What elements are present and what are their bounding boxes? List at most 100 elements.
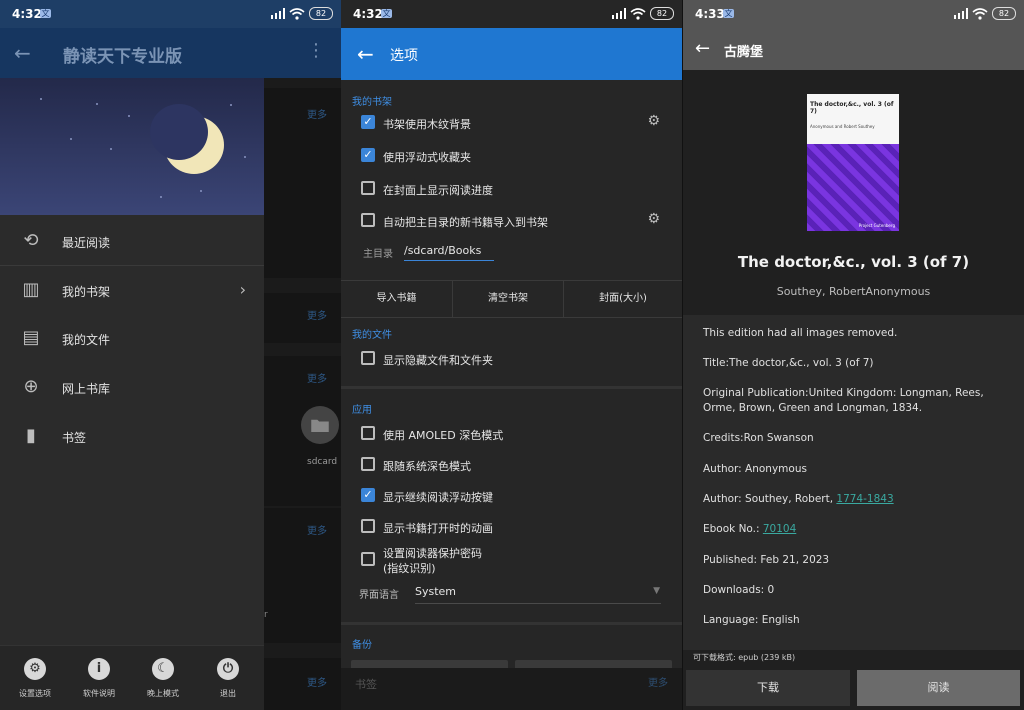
author-dates-link[interactable]: 1774-1843: [836, 493, 893, 505]
clear-shelf-button[interactable]: 清空书架: [453, 281, 564, 317]
option-label: 显示隐藏文件和文件夹: [383, 354, 493, 367]
option-label: 使用 AMOLED 深色模式: [383, 429, 504, 442]
moon-icon: ☾: [152, 658, 174, 680]
exit-button[interactable]: ⏻ 退出: [198, 658, 258, 699]
language-select[interactable]: System: [415, 585, 661, 604]
drawer-item-label: 我的书架: [62, 285, 111, 299]
help-button[interactable]: i 软件说明: [69, 658, 129, 699]
checkbox-auto-import[interactable]: [361, 213, 375, 227]
cover-title: The doctor,&c., vol. 3 (of 7): [810, 101, 894, 115]
status-time: 4:32: [12, 7, 42, 21]
checkbox-continue-reading-button[interactable]: ✓: [361, 488, 375, 502]
status-bar-content: 4:32 文 82: [341, 0, 682, 28]
help-label: 软件说明: [83, 689, 115, 698]
checkbox-hidden-files[interactable]: [361, 351, 375, 365]
bg-more-link: 更多: [307, 311, 327, 322]
detail-text: Author: Southey, Robert,: [703, 493, 837, 505]
back-arrow-icon[interactable]: ←: [695, 38, 710, 59]
notification-icon: 文: [40, 9, 51, 18]
wifi-icon: [972, 8, 988, 20]
checkbox-reader-password[interactable]: [361, 552, 375, 566]
option-label: 显示继续阅读浮动按键: [383, 491, 493, 504]
drawer-header: [0, 78, 264, 215]
detail-line: Title:The doctor,&c., vol. 3 (of 7): [703, 357, 874, 369]
detail-line: Ebook No.: 70104: [703, 522, 1006, 537]
drawer-item-files[interactable]: ▤ 我的文件: [0, 314, 264, 362]
drawer-item-label: 书签: [62, 431, 87, 445]
app-bar: ← 古腾堡: [683, 28, 1024, 70]
drawer-item-label: 最近阅读: [62, 236, 111, 250]
gear-icon[interactable]: ⚙: [647, 113, 660, 129]
option-label: 跟随系统深色模式: [383, 460, 471, 473]
checkbox-open-animation[interactable]: [361, 519, 375, 533]
drawer-item-recent[interactable]: ⟲ 最近阅读: [0, 217, 264, 265]
home-dir-field[interactable]: /sdcard/Books: [404, 244, 494, 261]
battery-indicator: 82: [309, 7, 333, 20]
bookshelf-icon: ▥: [22, 279, 40, 300]
footer-more-link: 更多: [648, 678, 668, 689]
checkbox-floating-favorites[interactable]: ✓: [361, 148, 375, 162]
settings-button[interactable]: ⚙ 设置选项: [5, 658, 65, 699]
read-button[interactable]: 阅读: [857, 670, 1020, 706]
drawer-item-bookshelf[interactable]: ▥ 我的书架 ›: [0, 266, 264, 314]
ebook-number-link[interactable]: 70104: [763, 523, 796, 535]
option-label: 设置阅读器保护密码: [383, 547, 482, 560]
checkbox-follow-system-dark[interactable]: [361, 457, 375, 471]
navigation-drawer: ⟲ 最近阅读 ▥ 我的书架 › ▤ 我的文件 ⊕ 网上书库 ▮ 书签: [0, 78, 264, 710]
status-bar-content: 4:33 文 82: [683, 0, 1024, 28]
globe-icon: ⊕: [23, 376, 39, 397]
app-bar: ← 选项: [341, 28, 682, 80]
info-icon: i: [88, 658, 110, 680]
bg-card: 更多: [264, 293, 341, 343]
detail-line: Language: English: [703, 614, 800, 626]
signal-icon: [954, 8, 968, 19]
drawer-bottom-bar: ⚙ 设置选项 i 软件说明 ☾ 晚上模式 ⏻ 退出: [0, 645, 264, 710]
overflow-menu-icon[interactable]: ⋮: [307, 40, 325, 61]
gear-icon[interactable]: ⚙: [647, 211, 660, 227]
detail-line: Published: Feb 21, 2023: [703, 554, 830, 566]
battery-indicator: 82: [650, 7, 674, 20]
options-screen: 4:32 文 82 ← 选项 我的书架 ✓ 书架使用木纹背景 ⚙ ✓ 使用浮动式…: [341, 0, 682, 710]
page-title: 古腾堡: [724, 45, 764, 60]
option-label: 显示书籍打开时的动画: [383, 522, 493, 535]
background-content: 更多 更多 更多 sdcard 更多 r 更多: [264, 78, 341, 710]
back-arrow-icon[interactable]: ←: [357, 42, 374, 66]
status-time: 4:33: [695, 7, 725, 21]
checkbox-wood-background[interactable]: ✓: [361, 115, 375, 129]
status-time: 4:32: [353, 7, 383, 21]
detail-line: Downloads: 0: [703, 584, 775, 596]
night-mode-button[interactable]: ☾ 晚上模式: [133, 658, 193, 699]
book-cover: The doctor,&c., vol. 3 (of 7) Anonymous …: [807, 94, 899, 231]
download-button[interactable]: 下载: [686, 670, 850, 706]
notification-icon: 文: [381, 9, 392, 18]
underlying-footer: 书签 更多: [341, 668, 682, 710]
section-header-backup: 备份: [352, 640, 372, 651]
settings-label: 设置选项: [19, 689, 51, 698]
drawer-screen: 4:32 文 82 ← 静读天下专业版 ⋮ 更多 更多 更多 sdcard 更多…: [0, 0, 341, 710]
detail-line: Original Publication:United Kingdom: Lon…: [703, 387, 984, 414]
option-label: 书架使用木纹背景: [383, 118, 471, 131]
detail-line: Author: Anonymous: [703, 463, 807, 475]
signal-icon: [612, 8, 626, 19]
gear-icon: ⚙: [24, 658, 46, 680]
cover-author: Anonymous and Robert Southey: [810, 124, 875, 129]
checkbox-amoled[interactable]: [361, 426, 375, 440]
back-arrow-icon[interactable]: ←: [14, 41, 31, 65]
drawer-item-label: 我的文件: [62, 333, 111, 347]
drawer-item-online-library[interactable]: ⊕ 网上书库: [0, 363, 264, 411]
dropdown-arrow-icon: ▼: [653, 586, 660, 596]
download-format-label: 可下载格式: epub (239 kB): [693, 653, 796, 662]
checkbox-cover-progress[interactable]: [361, 181, 375, 195]
folder-icon: [301, 406, 339, 444]
cover-size-button[interactable]: 封面(大小): [564, 281, 682, 317]
drawer-item-label: 网上书库: [62, 382, 111, 396]
bg-card: 更多 r: [264, 508, 341, 643]
history-icon: ⟲: [23, 230, 39, 251]
power-icon: ⏻: [217, 658, 239, 680]
bg-more-link: 更多: [307, 526, 327, 537]
detail-text: Ebook No.:: [703, 523, 763, 535]
drawer-item-bookmarks[interactable]: ▮ 书签: [0, 412, 264, 460]
import-books-button[interactable]: 导入书籍: [341, 281, 453, 317]
book-detail-screen: 4:33 文 82 ← 古腾堡 The doctor,&c., vol. 3 (…: [683, 0, 1024, 710]
cover-publisher: Project Gutenberg: [858, 223, 895, 228]
